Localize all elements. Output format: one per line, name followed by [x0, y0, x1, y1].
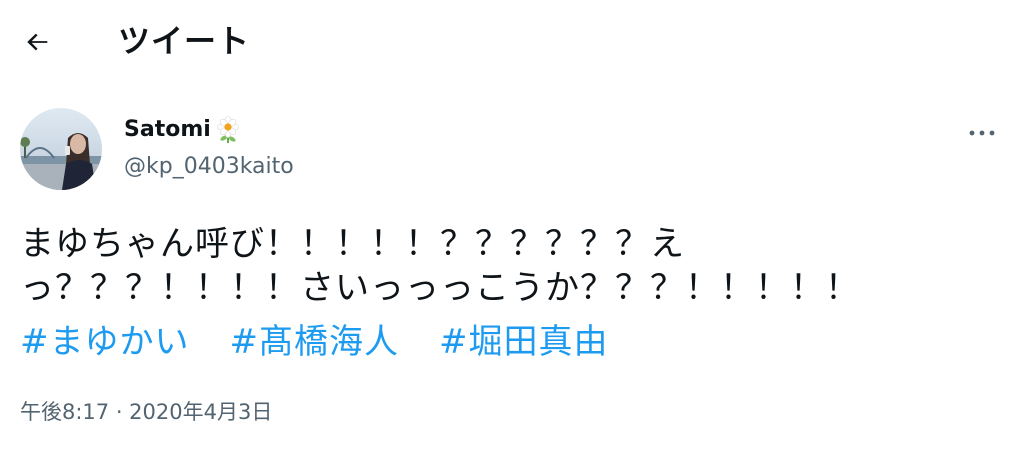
- avatar-photo: [20, 108, 102, 190]
- tweet-timestamp[interactable]: 午後8:17 · 2020年4月3日: [20, 398, 272, 426]
- back-button[interactable]: [18, 22, 58, 62]
- hashtag-link[interactable]: #髙橋海人: [230, 320, 400, 364]
- tweet-text-line: まゆちゃん呼び！！！！！？？？？？？え: [20, 224, 685, 264]
- hashtag-list: #まゆかい #髙橋海人 #堀田真由: [20, 320, 609, 364]
- header-bar: ツイート: [0, 0, 1024, 84]
- tweet-text: まゆちゃん呼び！！！！！？？？？？？え っ？？？！！！！さいっっっこうか？？？！…: [20, 222, 1000, 310]
- more-options-button[interactable]: [960, 118, 1004, 148]
- username[interactable]: @kp_0403kaito: [124, 153, 294, 181]
- tweet-text-line: っ？？？！！！！さいっっっこうか？？？！！！！！: [20, 268, 860, 308]
- arrow-left-icon: [27, 33, 48, 51]
- page-title: ツイート: [118, 22, 251, 60]
- flower-icon: [216, 116, 239, 143]
- avatar[interactable]: [20, 108, 102, 190]
- more-horizontal-icon: [969, 130, 995, 136]
- display-name: Satomi: [124, 117, 211, 142]
- hashtag-link[interactable]: #まゆかい: [20, 320, 190, 364]
- author-name-row[interactable]: Satomi: [124, 116, 241, 144]
- hashtag-link[interactable]: #堀田真由: [439, 320, 609, 364]
- tweet-detail-page: ツイート Satomi @kp_0403kaito まゆちゃん呼び！！！！！？？…: [0, 0, 1024, 456]
